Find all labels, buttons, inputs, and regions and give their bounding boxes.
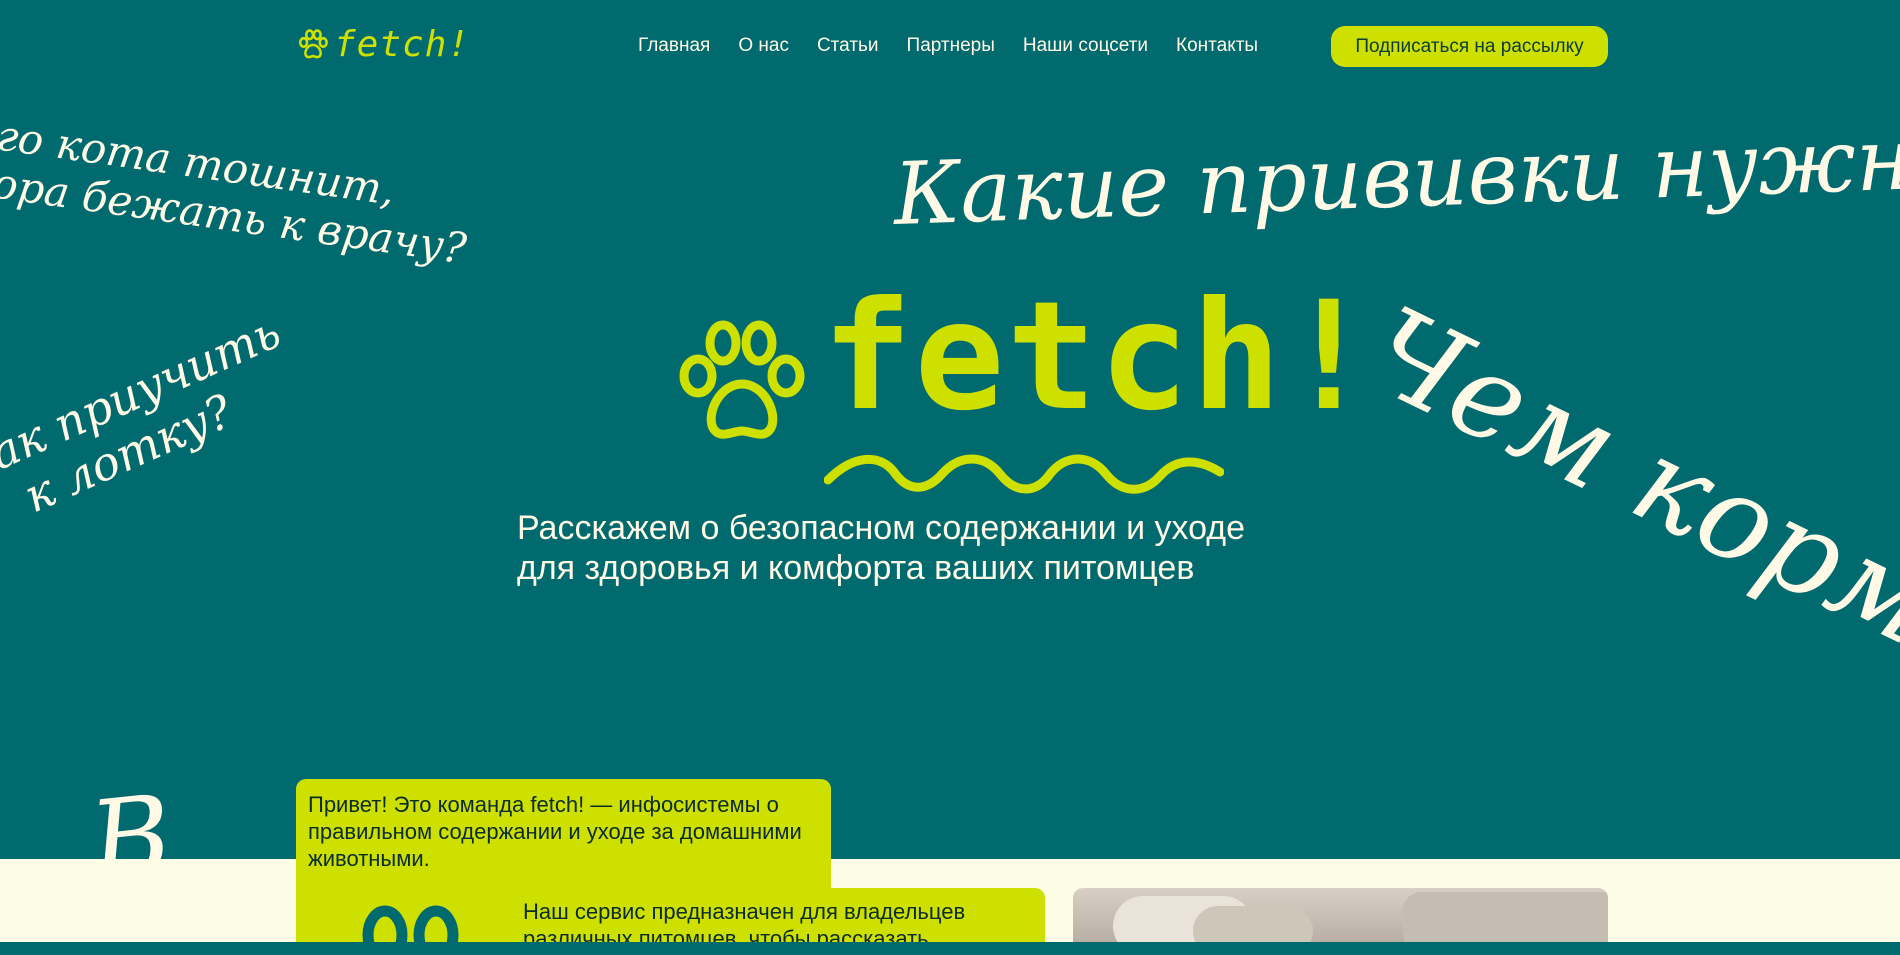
question-litter: ак приучить к лотку? bbox=[0, 304, 310, 528]
header-logo-text: fetch! bbox=[334, 24, 471, 65]
hero-logo: fetch! bbox=[676, 282, 1374, 502]
intro-text: Привет! Это команда fetch! — инфосистемы… bbox=[308, 792, 802, 871]
photo-pillow bbox=[1193, 906, 1313, 942]
hero-subtitle-line2: для здоровья и комфорта ваших питомцев bbox=[517, 549, 1195, 587]
hero-logo-text: fetch! bbox=[822, 270, 1376, 444]
hero-subtitle-line1: Расскажем о безопасном содержании и уход… bbox=[517, 509, 1246, 547]
paw-icon bbox=[298, 29, 328, 59]
nav-item-contacts[interactable]: Контакты bbox=[1176, 35, 1258, 57]
nav-item-about[interactable]: О нас bbox=[738, 35, 789, 57]
main-nav: Главная О нас Статьи Партнеры Наши соцсе… bbox=[638, 26, 1258, 66]
nav-item-articles[interactable]: Статьи bbox=[817, 35, 879, 57]
nav-item-partners[interactable]: Партнеры bbox=[907, 35, 995, 57]
service-text: Наш сервис предназначен для владельцев р… bbox=[523, 899, 966, 942]
service-card: Наш сервис предназначен для владельцев р… bbox=[513, 888, 1045, 942]
photo-pillow bbox=[1403, 892, 1608, 942]
paw-icon bbox=[362, 905, 459, 955]
nav-item-socials[interactable]: Наши соцсети bbox=[1023, 35, 1148, 57]
paw-icon bbox=[679, 320, 805, 439]
question-vomit: его кота тошнит, пора бежать к врачу? bbox=[0, 107, 476, 274]
question-vaccines: Какие прививки нужны? bbox=[891, 105, 1900, 245]
hero-subtitle: Расскажем о безопасном содержании и уход… bbox=[517, 508, 1357, 588]
nav-item-home[interactable]: Главная bbox=[638, 35, 710, 57]
header-logo[interactable]: fetch! bbox=[296, 22, 470, 68]
pet-photo bbox=[1073, 888, 1608, 942]
wave-underline bbox=[824, 454, 1224, 494]
site-header: fetch! Главная О нас Статьи Партнеры Наш… bbox=[0, 0, 1900, 92]
question-feed: Чем корм bbox=[1346, 280, 1900, 673]
subscribe-button[interactable]: Подписаться на рассылку bbox=[1331, 26, 1608, 67]
